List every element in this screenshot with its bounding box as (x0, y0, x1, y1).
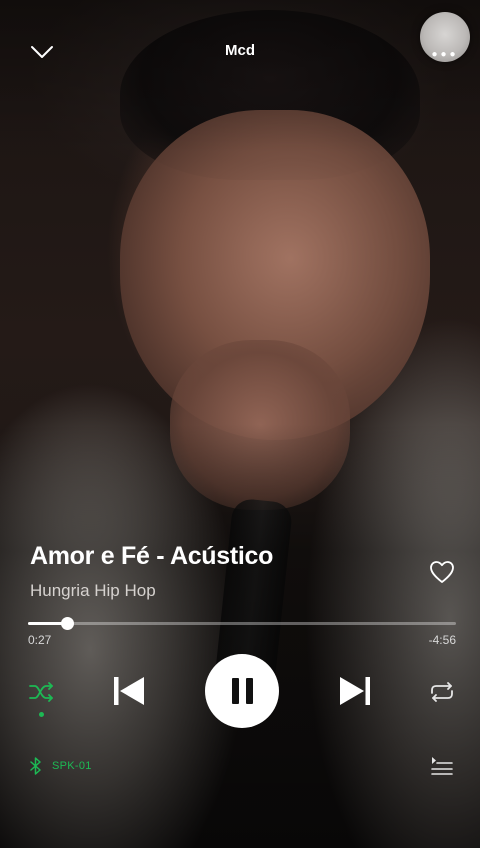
shuffle-active-indicator (39, 712, 44, 717)
top-bar: Mcd ●●● (0, 0, 480, 100)
heart-outline-icon[interactable] (428, 558, 456, 586)
more-options-button[interactable]: ●●● (420, 12, 470, 62)
context-title: Mcd (225, 42, 255, 59)
progress-knob[interactable] (60, 617, 74, 630)
more-dots-icon: ●●● (431, 49, 459, 60)
repeat-icon[interactable] (428, 680, 456, 704)
track-info: Amor e Fé - Acústico Hungria Hip Hop (30, 542, 410, 601)
now-playing-screen: Mcd ●●● Amor e Fé - Acústico Hungria Hip… (0, 0, 480, 848)
skip-next-icon[interactable] (336, 672, 374, 710)
remaining-time: -4:56 (428, 633, 456, 647)
device-name: SPK-01 (52, 760, 92, 772)
pause-icon (232, 678, 253, 704)
bluetooth-icon (30, 757, 41, 775)
artist-name[interactable]: Hungria Hip Hop (30, 581, 410, 601)
shuffle-icon[interactable] (28, 680, 56, 704)
song-title: Amor e Fé - Acústico (30, 542, 274, 570)
queue-icon[interactable] (430, 755, 454, 777)
connect-device-button[interactable]: SPK-01 (30, 756, 92, 776)
progress-bar[interactable] (28, 617, 456, 630)
pause-button[interactable] (205, 654, 279, 728)
elapsed-time: 0:27 (28, 633, 52, 647)
skip-previous-icon[interactable] (110, 672, 148, 710)
